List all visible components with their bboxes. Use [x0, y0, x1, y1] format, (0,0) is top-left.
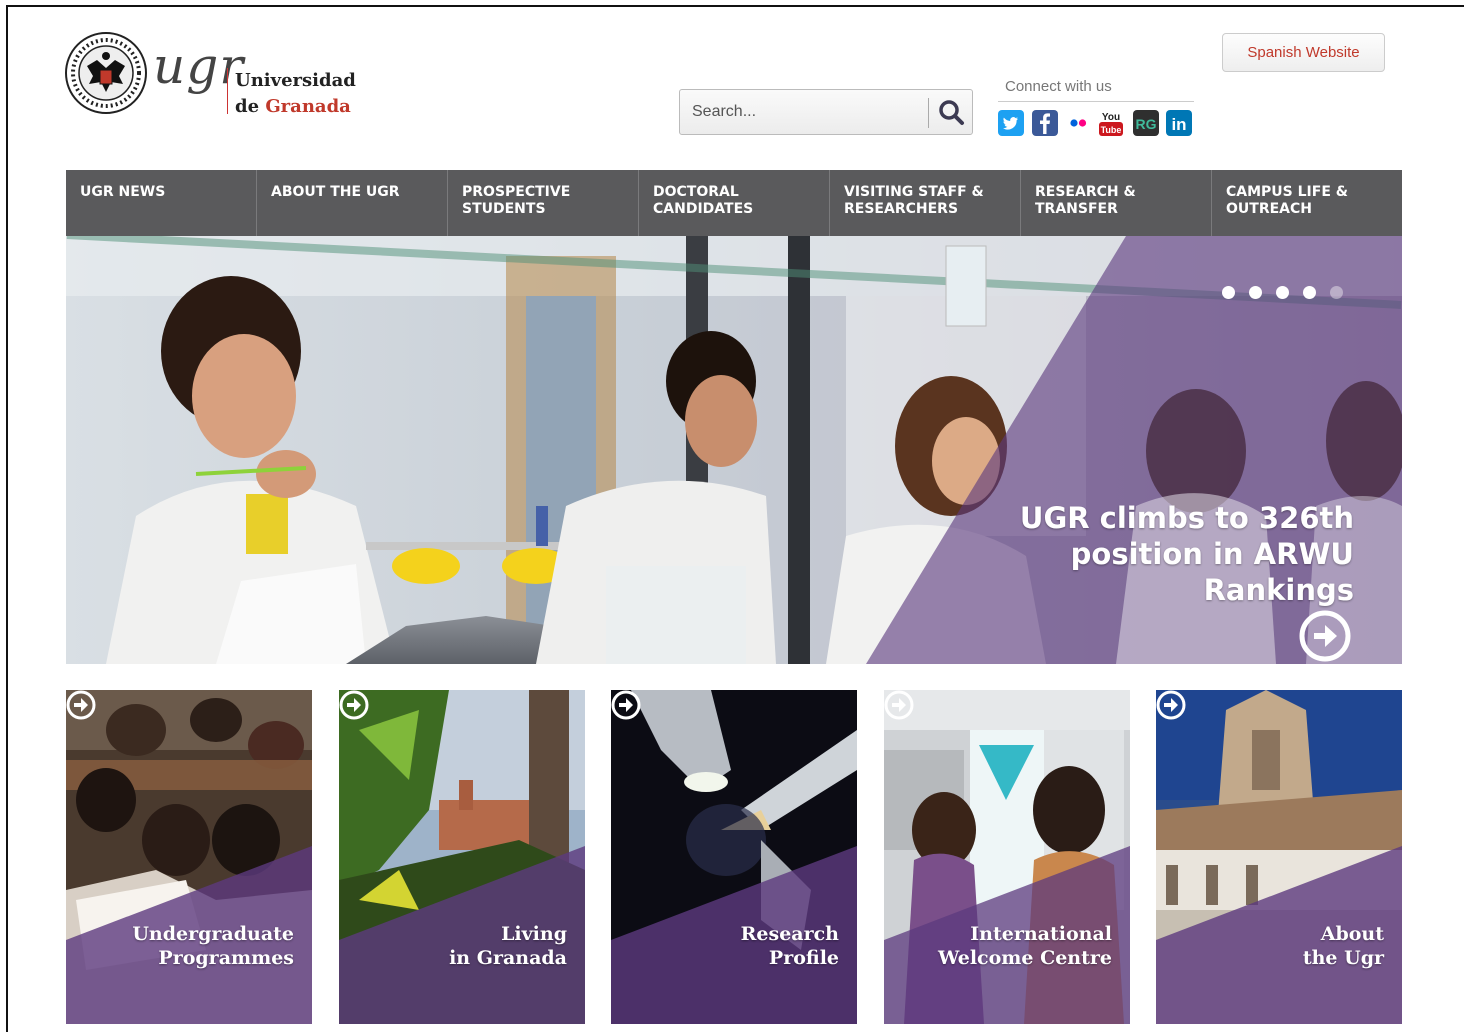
researchgate-icon[interactable]: RG [1133, 110, 1159, 136]
tile-welcome-centre-image [884, 690, 1130, 1024]
university-seal-icon [65, 32, 147, 114]
slider-dot-1[interactable] [1222, 286, 1235, 299]
tile-research-profile[interactable]: Research Profile [611, 690, 857, 1024]
nav-item-about-the-ugr[interactable]: ABOUT THE UGR [257, 170, 448, 236]
nav-item-campus-life[interactable]: CAMPUS LIFE & OUTREACH [1212, 170, 1402, 236]
spanish-website-button[interactable]: Spanish Website [1222, 33, 1385, 72]
youtube-icon[interactable]: You Tube [1098, 110, 1124, 136]
logo-granada-highlight: Granada [265, 96, 351, 117]
search-input[interactable] [692, 100, 912, 124]
logo-granada-text: de Granada [235, 96, 351, 117]
slider-dot-3[interactable] [1276, 286, 1289, 299]
hero-headline[interactable]: UGR climbs to 326th position in ARWU Ran… [934, 500, 1354, 608]
svg-text:RG: RG [1136, 116, 1157, 132]
arrow-right-circle-icon [1156, 690, 1186, 720]
svg-text:You: You [1102, 112, 1120, 123]
ugr-logo[interactable]: ugr Universidad de Granada [65, 32, 356, 117]
tile-living-in-granada[interactable]: Living in Granada [339, 690, 585, 1024]
tile-label-about: About the Ugr [1302, 923, 1384, 969]
slider-dot-5[interactable] [1330, 286, 1343, 299]
tile-about-the-ugr[interactable]: About the Ugr [1156, 690, 1402, 1024]
nav-item-doctoral-candidates[interactable]: DOCTORAL CANDIDATES [639, 170, 830, 236]
connect-divider [998, 101, 1194, 102]
connect-with-us-label: Connect with us [1005, 78, 1112, 95]
search-divider [928, 98, 929, 128]
tile-alhambra-image [339, 690, 585, 1024]
tile-label-living: Living in Granada [449, 923, 567, 969]
tile-microscope-image [611, 690, 857, 1024]
svg-text:Tube: Tube [1101, 125, 1122, 135]
tile-classroom-image [66, 690, 312, 1024]
search-box [679, 89, 973, 135]
twitter-icon[interactable] [998, 110, 1024, 136]
arrow-right-circle-icon[interactable] [1299, 610, 1351, 662]
slider-dots [1222, 286, 1343, 299]
arrow-right-circle-icon [884, 690, 914, 720]
logo-university-text: Universidad [235, 70, 356, 91]
logo-divider [227, 68, 228, 114]
slider-dot-2[interactable] [1249, 286, 1262, 299]
tile-label-undergraduate: Undergraduate Programmes [132, 923, 294, 969]
svg-text:in: in [1171, 115, 1186, 134]
tile-international-welcome-centre[interactable]: International Welcome Centre [884, 690, 1130, 1024]
nav-item-research-transfer[interactable]: RESEARCH & TRANSFER [1021, 170, 1212, 236]
arrow-right-circle-icon [66, 690, 96, 720]
tile-label-international: International Welcome Centre [937, 923, 1112, 969]
hero-slider[interactable]: UGR climbs to 326th position in ARWU Ran… [66, 236, 1402, 664]
nav-item-prospective-students[interactable]: PROSPECTIVE STUDENTS [448, 170, 639, 236]
tile-label-research: Research Profile [740, 923, 839, 969]
main-navigation: UGR NEWS ABOUT THE UGR PROSPECTIVE STUDE… [66, 170, 1402, 236]
logo-de-text: de [235, 96, 266, 117]
facebook-icon[interactable] [1032, 110, 1058, 136]
slider-dot-4[interactable] [1303, 286, 1316, 299]
nav-item-ugr-news[interactable]: UGR NEWS [66, 170, 257, 236]
ugr-wordmark: ugr [153, 37, 245, 95]
tile-undergraduate-programmes[interactable]: Undergraduate Programmes [66, 690, 312, 1024]
flickr-icon[interactable] [1065, 110, 1091, 136]
tile-monastery-image [1156, 690, 1402, 1024]
arrow-right-circle-icon [339, 690, 369, 720]
arrow-right-circle-icon [611, 690, 641, 720]
linkedin-icon[interactable]: in [1166, 110, 1192, 136]
nav-item-visiting-staff[interactable]: VISITING STAFF & RESEARCHERS [830, 170, 1021, 236]
search-icon[interactable] [932, 94, 970, 132]
